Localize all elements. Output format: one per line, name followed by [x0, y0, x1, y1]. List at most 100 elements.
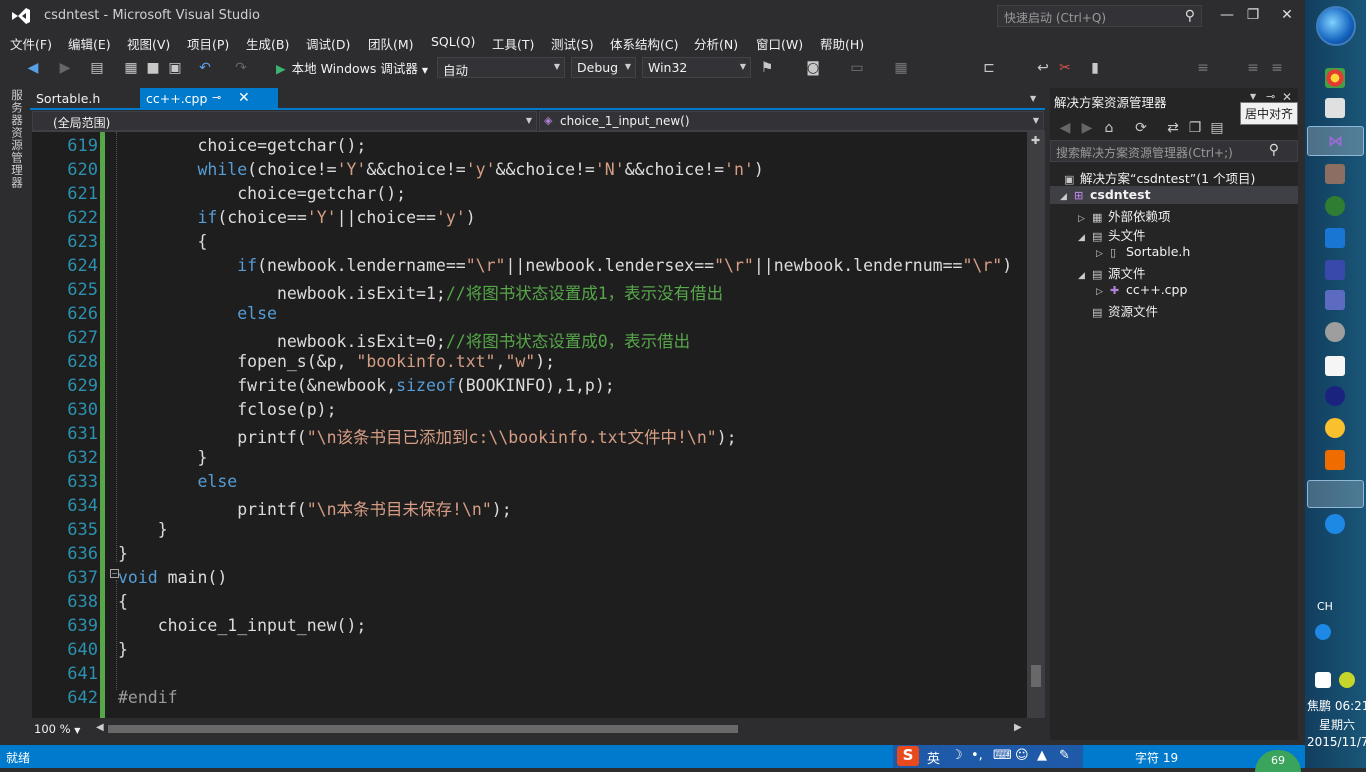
menu-project[interactable]: 项目(P)	[187, 34, 229, 53]
taskbar-active-app[interactable]	[1307, 480, 1364, 508]
collapsed-arrow-icon[interactable]: ▷	[1096, 249, 1110, 259]
forward-icon[interactable]: ▶	[56, 59, 74, 77]
menu-edit[interactable]: 编辑(E)	[68, 34, 111, 53]
close-button[interactable]: ✕	[1272, 4, 1302, 26]
ime-toolbar[interactable]: S 英 ☽ •, ⌨ ☺ ▲ ✎	[893, 745, 1083, 768]
scope-dropdown[interactable]: (全局范围) ▼	[32, 111, 537, 131]
menu-tools[interactable]: 工具(T)	[492, 34, 534, 53]
sync-icon[interactable]: ⟳	[1132, 119, 1150, 137]
code-line[interactable]: void main()	[118, 568, 227, 587]
code-line[interactable]: choice_1_input_new();	[118, 616, 367, 635]
code-line[interactable]: {	[118, 232, 207, 251]
tree-item-cpp[interactable]: ▷ ✚ cc++.cpp	[1096, 282, 1187, 297]
tree-item-external-dependencies[interactable]: ▷ ▦ 外部依赖项	[1078, 206, 1171, 225]
msdn-icon[interactable]	[1325, 386, 1345, 406]
zoom-dropdown[interactable]: 100 % ▼	[34, 722, 90, 738]
help-icon[interactable]	[1315, 624, 1331, 640]
collapsed-arrow-icon[interactable]: ▷	[1096, 287, 1110, 297]
start-button[interactable]	[1316, 6, 1356, 46]
menu-window[interactable]: 窗口(W)	[756, 34, 803, 53]
server-explorer-tab[interactable]: 服务器资源管理器	[0, 85, 30, 745]
horizontal-scroll-thumb[interactable]	[108, 725, 738, 733]
punctuation-icon[interactable]: •,	[971, 748, 983, 763]
code-editor[interactable]: 619 620 621 622 623 624 625 626 627 628 …	[32, 132, 1027, 718]
code-line[interactable]: }	[118, 640, 128, 659]
tree-item-resource-files[interactable]: ▤ 资源文件	[1092, 301, 1158, 320]
platform-combo[interactable]: Win32 ▼	[642, 57, 751, 78]
sogou-icon[interactable]: S	[897, 746, 919, 766]
browser-app-icon[interactable]	[1325, 196, 1345, 216]
clock-time[interactable]: 焦鹏 06:21	[1307, 697, 1366, 714]
app-icon[interactable]	[1325, 450, 1345, 470]
app-icon[interactable]	[1325, 322, 1345, 342]
code-line[interactable]: fclose(p);	[118, 400, 336, 419]
tab-sortable-h[interactable]: Sortable.h	[30, 88, 140, 110]
pin-icon[interactable]: ⊸	[212, 91, 221, 104]
menu-debug[interactable]: 调试(D)	[306, 34, 350, 53]
code-line[interactable]: fwrite(&newbook,sizeof(BOOKINFO),1,p);	[118, 376, 615, 395]
app-icon[interactable]	[1325, 418, 1345, 438]
notepad-icon[interactable]	[1325, 98, 1345, 118]
clear-icon[interactable]: ✂	[1056, 59, 1074, 77]
configuration-combo[interactable]: Debug ▼	[571, 57, 636, 78]
quick-launch-input[interactable]: 快速启动 (Ctrl+Q) ⚲	[997, 5, 1202, 27]
code-line[interactable]: choice=getchar();	[118, 184, 406, 203]
menu-sql[interactable]: SQL(Q)	[431, 34, 475, 49]
save-all-icon[interactable]: ▣	[166, 59, 184, 77]
chrome-icon[interactable]	[1325, 68, 1345, 88]
horizontal-scrollbar[interactable]: 100 % ▼ ◀ ▶	[32, 720, 1027, 738]
code-line[interactable]: while(choice!='Y'&&choice!='y'&&choice!=…	[118, 160, 763, 179]
open-file-icon[interactable]: ▦	[122, 59, 140, 77]
tray-add-icon[interactable]	[1339, 672, 1355, 688]
panel-menu-chevron-icon[interactable]: ▼	[1250, 92, 1256, 101]
breakpoint-tools-icon[interactable]: ◙	[804, 59, 822, 77]
menu-test[interactable]: 测试(S)	[551, 34, 594, 53]
tree-item-project[interactable]: ◢ ⊞ csdntest	[1060, 187, 1151, 202]
menu-help[interactable]: 帮助(H)	[820, 34, 864, 53]
collapsed-arrow-icon[interactable]: ▷	[1078, 214, 1092, 224]
taskbar-visual-studio[interactable]: ⋈	[1307, 126, 1364, 156]
app-icon[interactable]	[1325, 260, 1345, 280]
tree-item-solution[interactable]: ▣ 解决方案“csdntest”(1 个项目)	[1064, 168, 1255, 187]
tools-app-icon[interactable]	[1325, 164, 1345, 184]
vertical-scrollbar[interactable]: ✚	[1027, 132, 1045, 718]
bookmark-icon[interactable]: ▮	[1086, 59, 1104, 77]
expanded-arrow-icon[interactable]: ◢	[1078, 233, 1092, 243]
tools-icon[interactable]: ✎	[1059, 748, 1070, 763]
app-icon[interactable]	[1325, 290, 1345, 310]
code-line[interactable]: printf("\n该条书目已添加到c:\\bookinfo.txt文件中!\n…	[118, 424, 736, 448]
redo-icon[interactable]: ↷	[232, 59, 250, 77]
step-icon[interactable]: ↩	[1034, 59, 1052, 77]
solution-search-input[interactable]: 搜索解决方案资源管理器(Ctrl+;) ⚲	[1050, 140, 1298, 162]
function-dropdown[interactable]: ◈ choice_1_input_new() ▼	[539, 111, 1044, 131]
tree-item-source-files[interactable]: ◢ ▤ 源文件	[1078, 263, 1146, 282]
scroll-left-icon[interactable]: ◀	[96, 722, 104, 733]
scroll-right-icon[interactable]: ▶	[1014, 722, 1022, 733]
split-icon[interactable]: ✚	[1031, 134, 1040, 147]
tab-cpp[interactable]: cc++.cpp ⊸ ✕	[140, 88, 278, 110]
code-line[interactable]: newbook.isExit=0;//将图书状态设置成0，表示借出	[118, 328, 690, 352]
start-debugging-button[interactable]: ▶ 本地 Windows 调试器 ▼	[276, 58, 428, 77]
collapse-all-icon[interactable]: ❐	[1186, 119, 1204, 137]
code-line[interactable]: choice=getchar();	[118, 136, 366, 155]
code-line[interactable]: if(choice=='Y'||choice=='y')	[118, 208, 475, 227]
menu-team[interactable]: 团队(M)	[368, 34, 414, 53]
new-project-icon[interactable]: ▤	[88, 59, 106, 77]
align-left-icon[interactable]: ≡	[1194, 59, 1212, 77]
vertical-scroll-thumb[interactable]	[1031, 665, 1041, 687]
back-icon[interactable]: ◀	[1056, 119, 1074, 137]
keyboard-icon[interactable]: ⌨	[993, 748, 1012, 763]
dictionary-icon[interactable]	[1325, 228, 1345, 248]
code-line[interactable]: newbook.isExit=1;//将图书状态设置成1，表示没有借出	[118, 280, 723, 304]
ime-language[interactable]: 英	[927, 748, 940, 767]
user-icon[interactable]: ☺	[1015, 748, 1029, 763]
menu-architecture[interactable]: 体系结构(C)	[610, 34, 678, 53]
expanded-arrow-icon[interactable]: ◢	[1060, 192, 1074, 202]
restore-button[interactable]: ❐	[1238, 4, 1268, 26]
menu-view[interactable]: 视图(V)	[127, 34, 170, 53]
document-icon[interactable]	[1325, 356, 1345, 376]
windows-flag-icon[interactable]	[1315, 672, 1331, 688]
menu-analyze[interactable]: 分析(N)	[694, 34, 738, 53]
expanded-arrow-icon[interactable]: ◢	[1078, 271, 1092, 281]
input-language[interactable]: CH	[1317, 600, 1333, 613]
